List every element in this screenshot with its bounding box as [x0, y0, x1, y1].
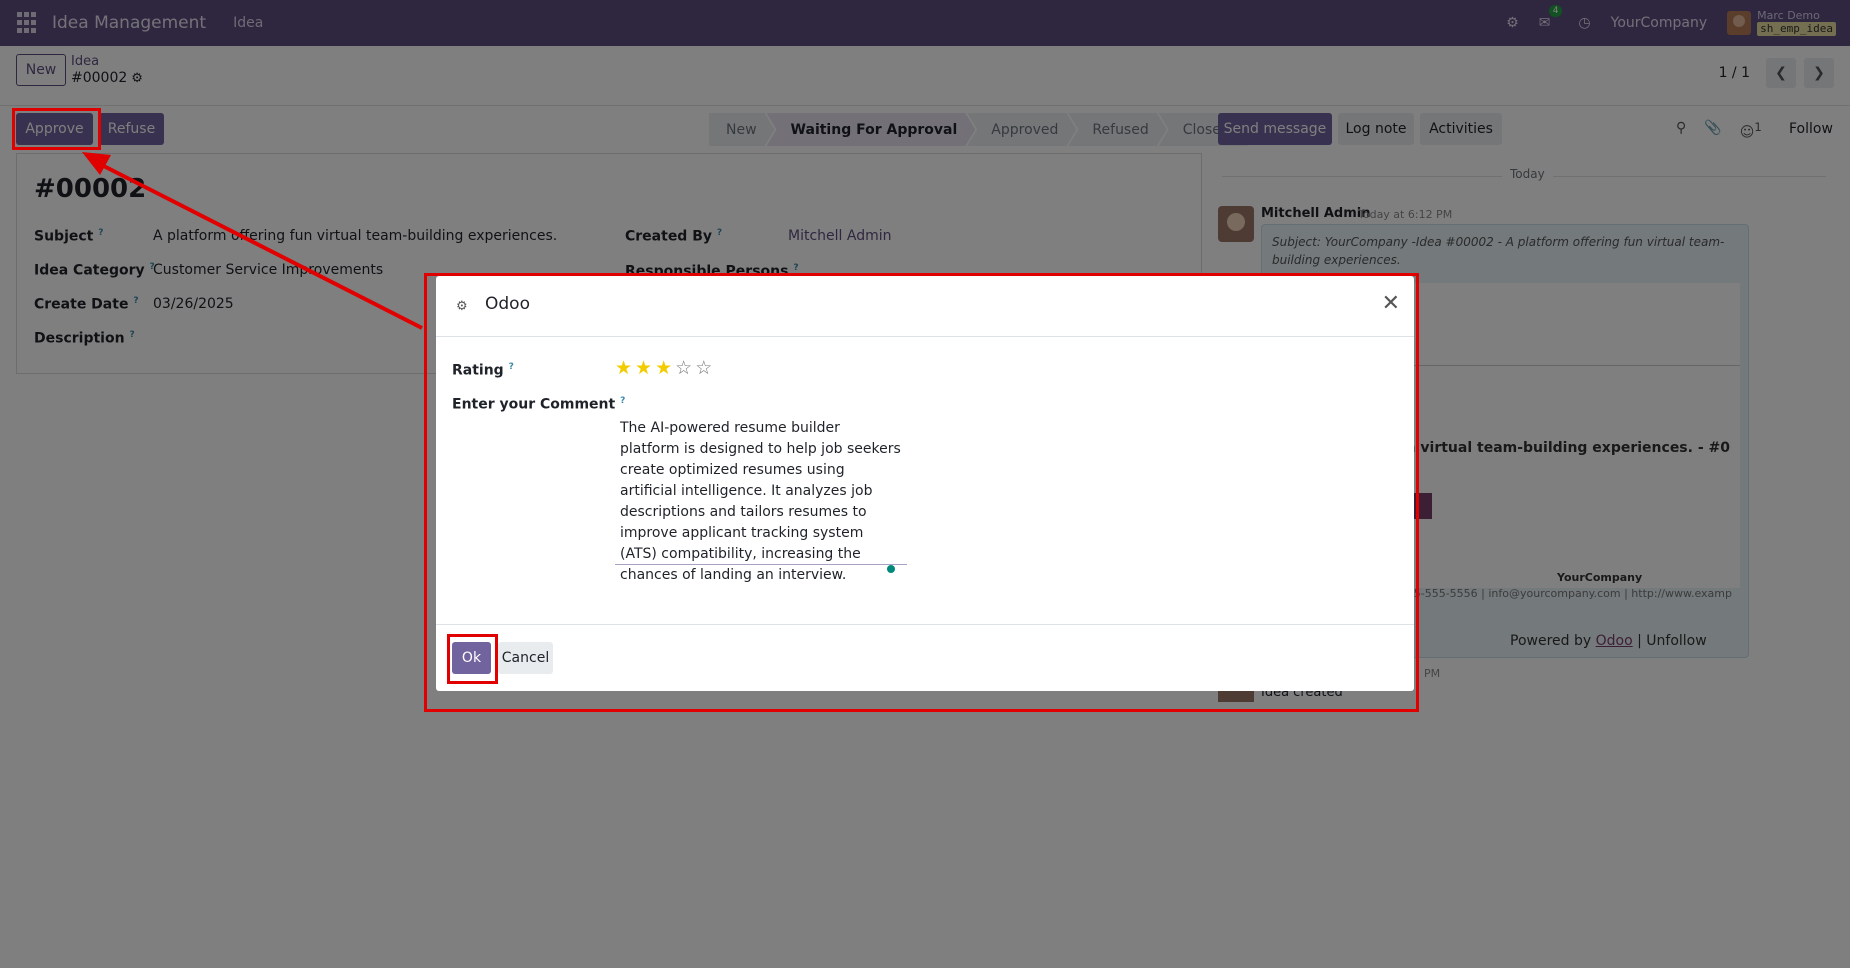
- annotation-dialog-highlight: [424, 273, 1419, 712]
- annotation-ok-highlight: [447, 634, 498, 684]
- annotation-approve-highlight: [12, 108, 101, 150]
